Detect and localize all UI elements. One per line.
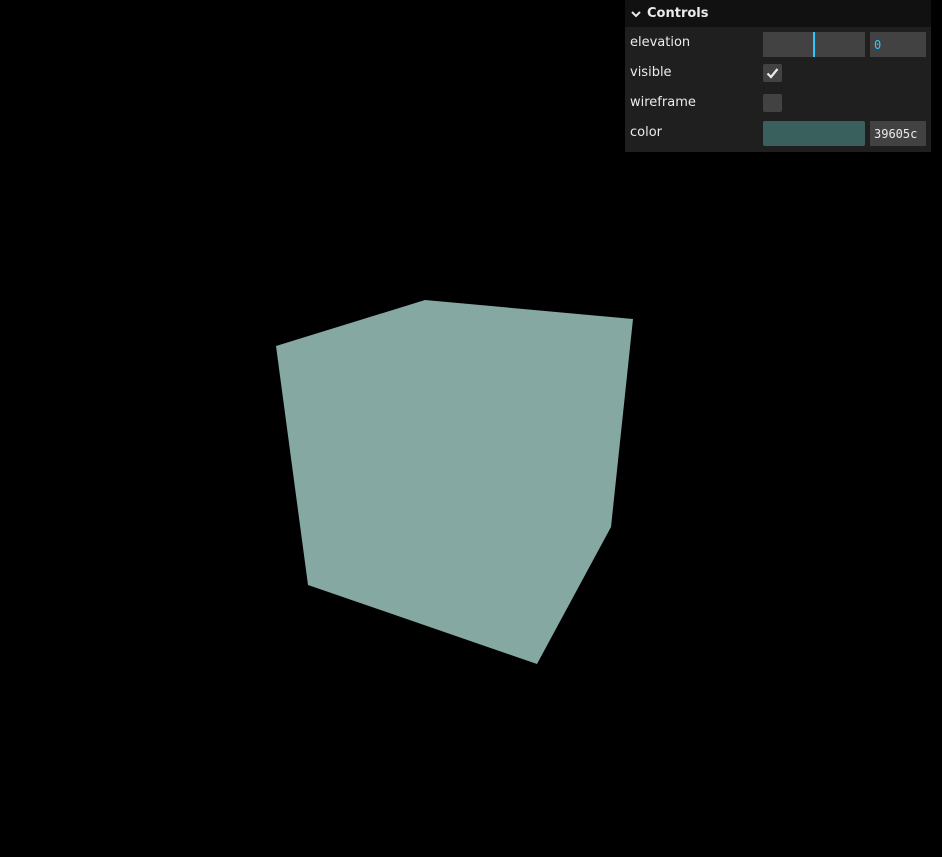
chevron-down-icon [630, 8, 642, 20]
color-hex-input[interactable] [870, 121, 926, 146]
visible-label: visible [630, 64, 672, 80]
elevation-slider[interactable] [763, 32, 865, 57]
elevation-row: elevation [625, 27, 931, 57]
checkmark-icon [766, 68, 779, 79]
elevation-slider-knob[interactable] [813, 32, 815, 57]
wireframe-checkbox[interactable] [763, 94, 782, 112]
color-swatch[interactable] [763, 121, 865, 146]
controls-title: Controls [647, 6, 709, 21]
color-row: color [625, 117, 931, 147]
wireframe-row: wireframe [625, 87, 931, 117]
controls-panel: Controls elevation visible wireframe col… [625, 0, 931, 152]
color-label: color [630, 124, 663, 140]
elevation-label: elevation [630, 34, 691, 50]
visible-row: visible [625, 57, 931, 87]
controls-title-bar[interactable]: Controls [625, 0, 931, 27]
elevation-input[interactable] [870, 32, 926, 57]
wireframe-label: wireframe [630, 94, 696, 110]
cube-mesh [276, 300, 633, 664]
visible-checkbox[interactable] [763, 64, 782, 82]
